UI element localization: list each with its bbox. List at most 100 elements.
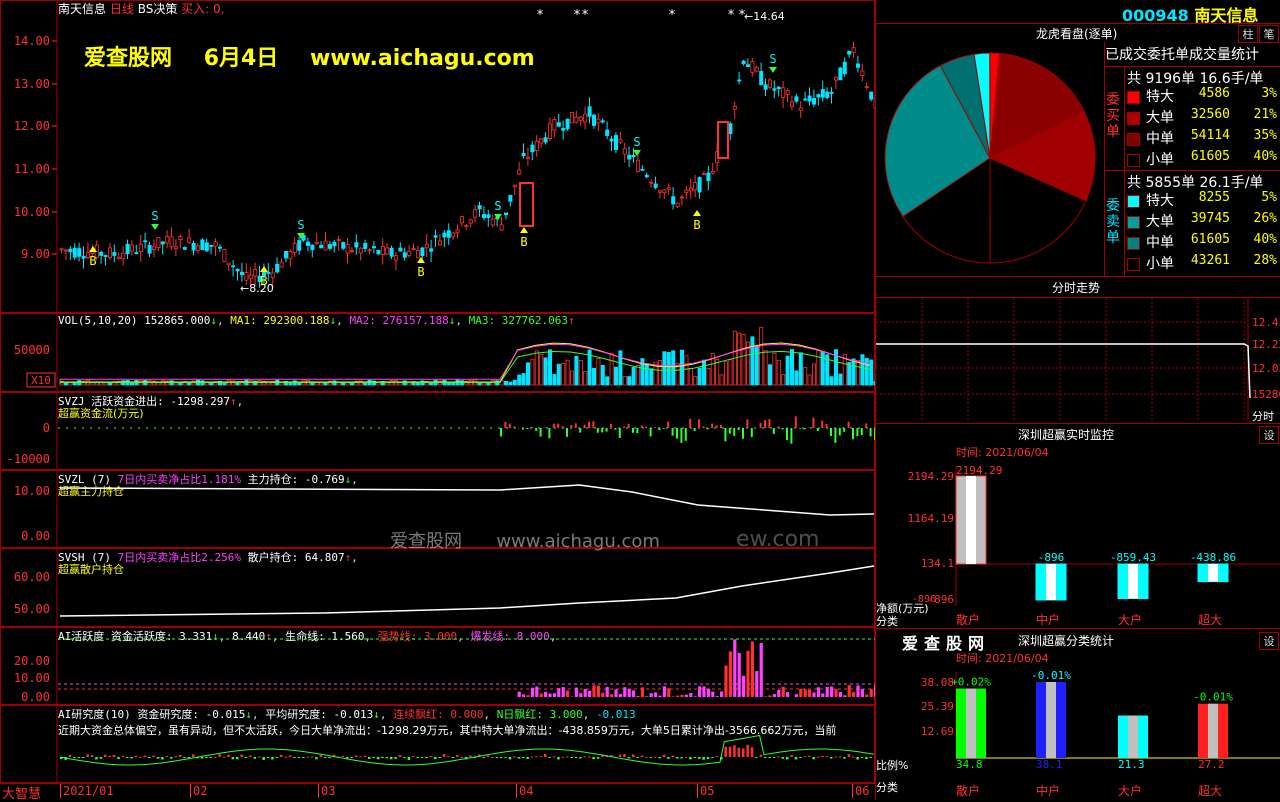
- air-bar: [518, 757, 521, 759]
- volume-bar: [544, 358, 547, 385]
- air-bar: [276, 757, 279, 758]
- candle-body: [245, 273, 248, 281]
- intraday-chart[interactable]: [876, 298, 1280, 422]
- svzj-bar: [663, 428, 665, 429]
- order-stat-pct: 40%: [1235, 232, 1277, 247]
- monitor-bar-value: -438.86: [1190, 551, 1236, 564]
- monitor-y-tick: 2194.29: [908, 470, 954, 483]
- candle-body: [227, 263, 230, 265]
- air-bar: [496, 757, 499, 758]
- svzj-bar: [645, 427, 647, 428]
- candle-body: [680, 197, 683, 198]
- monitor-y-tick: 1164.19: [908, 512, 954, 525]
- svzj-bar: [834, 428, 836, 443]
- air-bar: [95, 757, 98, 759]
- candle-body: [342, 242, 345, 248]
- air-bar: [430, 756, 433, 757]
- ai-activity-bar: [548, 693, 551, 697]
- volume-bar: [610, 353, 613, 385]
- svzj-bar: [790, 428, 792, 444]
- air-bar: [786, 757, 789, 759]
- middle-watermark-2: ew.com: [736, 527, 820, 552]
- candle-body: [148, 245, 151, 253]
- order-stat-label: 特大: [1146, 89, 1174, 105]
- candle-body: [421, 248, 424, 256]
- candle-body-large: [718, 122, 728, 158]
- monitor-settings-button[interactable]: 设: [1259, 426, 1279, 444]
- stroke-toggle-button[interactable]: 笔: [1259, 25, 1279, 43]
- air-bar: [100, 757, 103, 759]
- candle-body: [205, 243, 208, 251]
- right-divider-5: [875, 628, 1280, 629]
- order-stat-pct: 35%: [1235, 128, 1277, 143]
- sell-arrow-icon: [151, 224, 159, 230]
- air-bar: [421, 757, 424, 758]
- volume-bar: [790, 350, 793, 385]
- stats-bar-highlight: [1208, 704, 1218, 758]
- ai-activity-bar: [658, 696, 661, 697]
- svzj-bar: [716, 425, 718, 428]
- volume-bar: [579, 360, 582, 385]
- candle-body: [830, 92, 833, 93]
- candle-body: [381, 246, 384, 254]
- air-bar: [553, 756, 556, 757]
- volume-bar: [623, 377, 626, 385]
- air-bar: [390, 757, 393, 759]
- air-bar: [91, 755, 94, 757]
- candle-body: [183, 247, 186, 249]
- air-bar: [245, 757, 248, 758]
- candle-body: [452, 233, 455, 236]
- air-bar: [214, 757, 217, 758]
- svzj-bar: [553, 424, 555, 428]
- svsh-holding-line: [60, 566, 874, 616]
- monitor-category-name: 大户: [1118, 612, 1142, 627]
- ai-activity-bar: [575, 688, 578, 697]
- kline-chart[interactable]: 14.0013.0012.0011.0010.009.00BBBBBSSSSS*…: [0, 0, 875, 313]
- ai-activity-bar: [711, 692, 714, 697]
- candle-body: [839, 68, 842, 80]
- candle-body: [161, 242, 164, 244]
- candle-body: [249, 275, 252, 278]
- air-bar: [830, 757, 833, 759]
- ai-y-tick: 10.00: [14, 671, 50, 685]
- monitor-category-name: 中户: [1036, 612, 1060, 627]
- order-stat-pct: 3%: [1235, 86, 1277, 101]
- ai-activity-bar: [650, 693, 653, 697]
- volume-bar: [742, 334, 745, 385]
- svzj-bar: [672, 428, 674, 436]
- air-bar: [504, 757, 507, 758]
- candle-body: [764, 85, 767, 90]
- air-bar: [152, 756, 155, 757]
- bar-toggle-button[interactable]: 柱: [1238, 25, 1258, 43]
- volume-bar: [557, 364, 560, 385]
- volume-bar: [865, 358, 868, 385]
- svzj-bar: [509, 424, 511, 428]
- svzj-bar: [522, 428, 524, 429]
- svzj-bar: [729, 428, 731, 434]
- candle-body: [100, 252, 103, 255]
- svzj-bar: [764, 420, 766, 428]
- date-axis-label: 02: [190, 784, 207, 798]
- air-bar: [135, 756, 138, 757]
- svzj-bar: [636, 428, 638, 433]
- air-bar: [531, 757, 534, 758]
- candle-body: [430, 249, 433, 251]
- candle-body: [350, 250, 353, 251]
- sell-signal-s: S: [494, 199, 501, 213]
- sell-signal-s: S: [151, 209, 158, 223]
- volume-bar: [553, 374, 556, 385]
- air-bar: [650, 757, 653, 758]
- air-bar: [751, 747, 754, 757]
- candle-body: [672, 197, 675, 204]
- air-bar: [592, 757, 595, 759]
- stats-settings-button[interactable]: 设: [1259, 632, 1279, 650]
- legend-swatch: [1127, 154, 1140, 167]
- air-bar: [148, 757, 151, 758]
- candle-body: [777, 87, 780, 89]
- candle-body: [760, 71, 763, 84]
- volume-bar: [804, 367, 807, 385]
- air-bar: [790, 755, 793, 757]
- volume-bar: [768, 365, 771, 385]
- svzl-y-tick: 0.00: [21, 529, 50, 543]
- candle-body: [557, 123, 560, 127]
